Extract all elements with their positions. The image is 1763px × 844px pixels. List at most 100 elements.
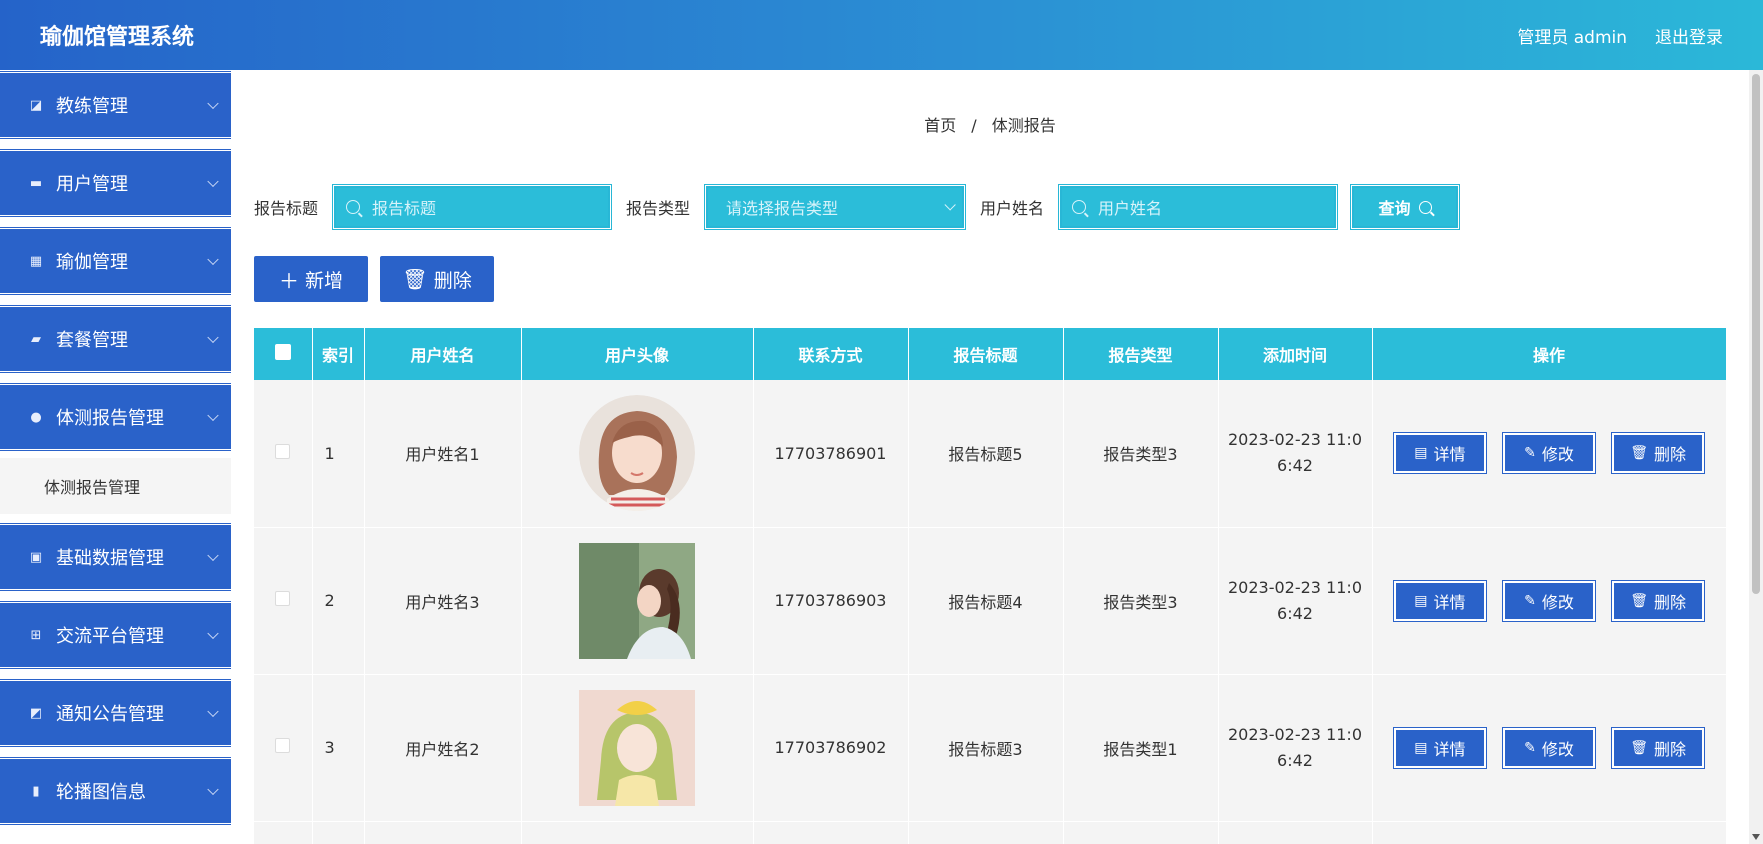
sidebar-item-label: 用户管理	[56, 174, 128, 195]
detail-button[interactable]: ▤ 详情	[1392, 432, 1487, 475]
delete-label: 删除	[1653, 739, 1686, 759]
detail-button[interactable]: ▤ 详情	[1392, 579, 1487, 622]
trash-icon: 🗑	[1630, 592, 1648, 609]
row-checkbox[interactable]	[275, 591, 291, 606]
time-line-2: 6:42	[1277, 456, 1313, 476]
app-title: 瑜伽馆管理系统	[40, 25, 195, 50]
row-added-time: 2023-02-23 11:0 6:42	[1218, 674, 1373, 822]
pencil-icon: ✎	[1524, 592, 1536, 609]
delete-button[interactable]: 🗑 删除	[1611, 726, 1706, 769]
sidebar-item-carousel[interactable]: ▮ 轮播图信息	[0, 756, 231, 826]
row-report-title: 报告标题4	[908, 527, 1064, 675]
column-header: 用户姓名	[364, 328, 522, 380]
scroll-down-arrow-icon[interactable]	[1752, 834, 1760, 840]
row-user-name: 用户姓名1	[364, 380, 522, 528]
row-report-type: 报告类型1	[1063, 674, 1219, 822]
sidebar-item-label: 体测报告管理	[56, 408, 164, 429]
batch-delete-label: 删除	[433, 269, 472, 292]
sidebar-item-label: 轮播图信息	[56, 782, 146, 803]
sidebar-item-label: 通知公告管理	[56, 704, 164, 725]
table-cell	[254, 821, 313, 844]
delete-label: 删除	[1653, 445, 1686, 465]
table-cell	[908, 821, 1064, 844]
apps-icon: ⊞	[30, 627, 42, 643]
user-avatar	[579, 395, 695, 512]
row-added-time: 2023-02-23 11:0 6:42	[1218, 380, 1373, 528]
query-button-label: 查询	[1378, 199, 1411, 218]
trash-icon: 🗑	[1630, 445, 1648, 462]
row-checkbox[interactable]	[275, 443, 291, 459]
sidebar-subitem-report[interactable]: 体测报告管理	[0, 458, 231, 514]
table-cell	[312, 821, 365, 844]
breadcrumb: 首页 / 体测报告	[231, 112, 1749, 136]
row-index: 2	[312, 527, 365, 675]
time-line-1: 2023-02-23 11:0	[1228, 577, 1362, 597]
table-row: 3 用户姓名2 17703786902 报告标题3 报告类型1 2023-02-…	[254, 674, 1727, 822]
time-line-1: 2023-02-23 11:0	[1228, 430, 1362, 450]
name-filter-input[interactable]: 用户姓名	[1058, 184, 1339, 230]
select-all-checkbox[interactable]	[274, 344, 291, 360]
chevron-down-icon	[207, 175, 219, 188]
user-area: 管理员 admin 退出登录	[1517, 23, 1723, 48]
row-phone: 17703786901	[753, 380, 909, 528]
detail-button[interactable]: ▤ 详情	[1392, 726, 1487, 769]
breadcrumb-home[interactable]: 首页	[924, 116, 956, 135]
batch-delete-button[interactable]: 🗑 删除	[380, 256, 494, 302]
title-filter-placeholder: 报告标题	[372, 199, 437, 218]
trash-icon: 🗑	[1630, 739, 1648, 756]
admin-label[interactable]: 管理员 admin	[1517, 23, 1627, 48]
row-report-title: 报告标题5	[908, 380, 1064, 528]
edit-label: 修改	[1541, 445, 1574, 465]
row-operations: ▤ 详情 ✎ 修改 🗑 删除	[1372, 527, 1727, 675]
title-filter-input[interactable]: 报告标题	[332, 184, 613, 230]
delete-button[interactable]: 🗑 删除	[1611, 579, 1706, 622]
time-line-1: 2023-02-23 11:0	[1228, 724, 1362, 744]
column-header: 报告标题	[908, 328, 1064, 380]
sidebar-item-coach[interactable]: ◪ 教练管理	[0, 70, 231, 140]
type-filter-select[interactable]: 请选择报告类型	[704, 184, 967, 230]
table-row-partial	[254, 821, 1727, 844]
sidebar-item-yoga[interactable]: ▦ 瑜伽管理	[0, 226, 231, 296]
name-filter-placeholder: 用户姓名	[1098, 199, 1163, 218]
sidebar-item-label: 交流平台管理	[56, 626, 164, 647]
sidebar-item-user[interactable]: ▬ 用户管理	[0, 148, 231, 218]
edit-label: 修改	[1541, 739, 1574, 759]
add-button[interactable]: ＋ 新增	[254, 256, 368, 302]
detail-label: 详情	[1433, 739, 1466, 759]
logout-link[interactable]: 退出登录	[1655, 23, 1723, 48]
delete-label: 删除	[1653, 592, 1686, 612]
delete-button[interactable]: 🗑 删除	[1611, 432, 1706, 475]
sidebar-item-package[interactable]: ▰ 套餐管理	[0, 304, 231, 374]
chart-icon: ◪	[29, 97, 43, 113]
column-header: 操作	[1372, 328, 1727, 380]
edit-button[interactable]: ✎ 修改	[1502, 726, 1596, 769]
name-filter-label: 用户姓名	[980, 199, 1045, 218]
row-avatar-cell	[521, 380, 754, 528]
query-button[interactable]: 查询	[1350, 184, 1461, 230]
edit-button[interactable]: ✎ 修改	[1502, 432, 1596, 475]
row-phone: 17703786903	[753, 527, 909, 675]
trash-icon: 🗑	[402, 267, 428, 291]
column-header: 索引	[312, 328, 365, 380]
row-added-time: 2023-02-23 11:0 6:42	[1218, 527, 1373, 675]
vertical-scrollbar[interactable]	[1749, 70, 1763, 844]
row-phone: 17703786902	[753, 674, 909, 822]
sidebar-item-label: 教练管理	[56, 96, 128, 117]
sidebar-item-notice[interactable]: ◩ 通知公告管理	[0, 678, 231, 748]
row-checkbox[interactable]	[275, 738, 291, 753]
sidebar-item-report[interactable]: ● 体测报告管理	[0, 382, 231, 452]
row-report-title: 报告标题3	[908, 674, 1064, 822]
edit-button[interactable]: ✎ 修改	[1502, 579, 1596, 622]
row-operations: ▤ 详情 ✎ 修改 🗑 删除	[1372, 380, 1727, 528]
sidebar: ◪ 教练管理 ▬ 用户管理 ▦ 瑜伽管理 ▰ 套餐管理 ● 体测报告管理 体测报…	[0, 70, 231, 844]
sidebar-item-basedata[interactable]: ▣ 基础数据管理	[0, 522, 231, 592]
table-cell	[364, 821, 522, 844]
document-icon: ▤	[1414, 592, 1428, 609]
pencil-icon: ✎	[1524, 739, 1536, 756]
user-icon: ●	[30, 409, 42, 425]
scrollbar-thumb[interactable]	[1752, 74, 1760, 594]
sidebar-item-forum[interactable]: ⊞ 交流平台管理	[0, 600, 231, 670]
row-index: 3	[312, 674, 365, 822]
table-cell	[1063, 821, 1219, 844]
row-select-cell	[254, 674, 313, 822]
